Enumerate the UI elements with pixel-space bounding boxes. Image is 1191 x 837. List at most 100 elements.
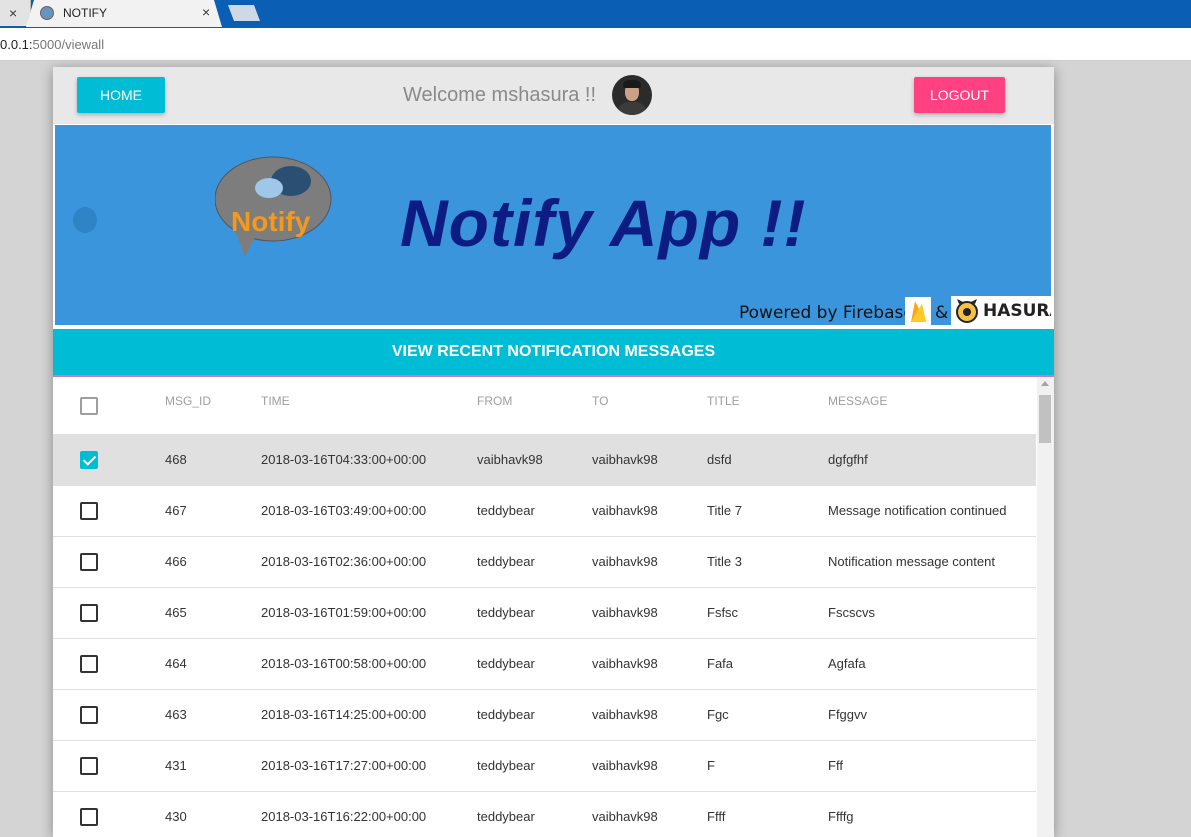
cell-from: teddybear (477, 707, 535, 722)
ampersand-text: & (935, 303, 949, 323)
cell-msg-id: 468 (165, 452, 187, 467)
tab-title: NOTIFY (63, 6, 107, 20)
cell-title: Fgc (707, 707, 729, 722)
table-row[interactable]: 467 2018-03-16T03:49:00+00:00 teddybear … (53, 486, 1036, 537)
table-row[interactable]: 464 2018-03-16T00:58:00+00:00 teddybear … (53, 639, 1036, 690)
url-text[interactable]: 0.0.1:5000/viewall (0, 37, 104, 52)
hasura-text: HASURA (983, 301, 1051, 321)
row-checkbox[interactable] (80, 706, 98, 724)
cell-message: dgfgfhf (828, 452, 868, 467)
cell-to: vaibhavk98 (592, 605, 658, 620)
welcome-text: Welcome mshasura !! (403, 84, 597, 106)
cell-to: vaibhavk98 (592, 707, 658, 722)
column-header-to[interactable]: TO (592, 394, 608, 408)
cell-msg-id: 430 (165, 809, 187, 824)
cell-msg-id: 463 (165, 707, 187, 722)
cell-message: Message notification continued (828, 503, 1007, 518)
cell-time: 2018-03-16T00:58:00+00:00 (261, 656, 427, 671)
cell-title: Fsfsc (707, 605, 739, 620)
cell-msg-id: 464 (165, 656, 187, 671)
scrollbar-thumb[interactable] (1039, 395, 1051, 443)
cell-msg-id: 466 (165, 554, 187, 569)
scroll-up-arrow-icon[interactable] (1041, 381, 1049, 386)
column-header-time[interactable]: TIME (261, 394, 290, 408)
cell-time: 2018-03-16T04:33:00+00:00 (261, 452, 427, 467)
row-checkbox[interactable] (80, 502, 98, 520)
app-card: HOME Welcome mshasura !! LOGOUT Notify N… (53, 67, 1054, 837)
cell-to: vaibhavk98 (592, 758, 658, 773)
url-path: 5000/viewall (32, 37, 105, 52)
cell-time: 2018-03-16T03:49:00+00:00 (261, 503, 427, 518)
cell-from: teddybear (477, 554, 535, 569)
cell-message: Agfafa (828, 656, 866, 671)
favicon-icon (40, 6, 54, 20)
cell-time: 2018-03-16T17:27:00+00:00 (261, 758, 427, 773)
logout-button[interactable]: LOGOUT (914, 77, 1005, 113)
cell-time: 2018-03-16T14:25:00+00:00 (261, 707, 427, 722)
banner-image: Notify Notify App !! Powered by Firebase… (55, 125, 1051, 325)
cell-msg-id: 465 (165, 605, 187, 620)
cell-to: vaibhavk98 (592, 809, 658, 824)
avatar-body (617, 102, 647, 115)
cell-title: F (707, 758, 715, 773)
banner-title: Notify App !! (400, 186, 807, 260)
home-button[interactable]: HOME (77, 77, 165, 113)
url-host: 0.0.1: (0, 37, 33, 52)
cell-from: teddybear (477, 758, 535, 773)
table-row[interactable]: 430 2018-03-16T16:22:00+00:00 teddybear … (53, 792, 1036, 837)
cell-message: Notification message content (828, 554, 995, 569)
cell-title: dsfd (707, 452, 732, 467)
column-header-title[interactable]: TITLE (707, 394, 740, 408)
cell-message: Ffffg (828, 809, 854, 824)
cell-to: vaibhavk98 (592, 656, 658, 671)
table-row[interactable]: 466 2018-03-16T02:36:00+00:00 teddybear … (53, 537, 1036, 588)
browser-tab-previous[interactable]: × (0, 0, 31, 26)
row-checkbox[interactable] (80, 757, 98, 775)
cell-to: vaibhavk98 (592, 503, 658, 518)
section-title: VIEW RECENT NOTIFICATION MESSAGES (391, 343, 716, 360)
table-scrollbar[interactable] (1037, 377, 1054, 837)
browser-tab-notify[interactable]: NOTIFY × (26, 0, 222, 27)
cell-title: Title 3 (707, 554, 742, 569)
powered-by-text: Powered by Firebase (739, 303, 914, 323)
table-row[interactable]: 463 2018-03-16T14:25:00+00:00 teddybear … (53, 690, 1036, 741)
row-checkbox[interactable] (80, 451, 98, 469)
firebase-flame-icon (911, 301, 926, 322)
column-header-message[interactable]: MESSAGE (828, 394, 887, 408)
address-bar[interactable]: 0.0.1:5000/viewall (0, 28, 1191, 61)
cell-message: Fscscvs (828, 605, 875, 620)
cell-from: teddybear (477, 656, 535, 671)
hasura-logo: HASURA (951, 296, 1051, 325)
row-checkbox[interactable] (80, 808, 98, 826)
cell-message: Ffggvv (828, 707, 868, 722)
table-row[interactable]: 465 2018-03-16T01:59:00+00:00 teddybear … (53, 588, 1036, 639)
avatar-hair (623, 80, 641, 88)
cell-msg-id: 467 (165, 503, 187, 518)
cell-to: vaibhavk98 (592, 554, 658, 569)
table-row[interactable]: 431 2018-03-16T17:27:00+00:00 teddybear … (53, 741, 1036, 792)
tab-close-icon[interactable]: × (202, 4, 210, 20)
row-checkbox[interactable] (80, 604, 98, 622)
table-row[interactable]: 468 2018-03-16T04:33:00+00:00 vaibhavk98… (53, 435, 1036, 486)
browser-tab-bar: × NOTIFY × (0, 0, 1191, 28)
cell-time: 2018-03-16T01:59:00+00:00 (261, 605, 427, 620)
column-header-from[interactable]: FROM (477, 394, 512, 408)
hasura-icon (956, 299, 978, 323)
cell-from: teddybear (477, 605, 535, 620)
firebase-icon (905, 297, 931, 325)
row-checkbox[interactable] (80, 655, 98, 673)
section-header: VIEW RECENT NOTIFICATION MESSAGES (53, 329, 1054, 377)
logo-text: Notify (231, 206, 311, 237)
cell-time: 2018-03-16T16:22:00+00:00 (261, 809, 427, 824)
cell-title: Fafa (707, 656, 734, 671)
cell-from: vaibhavk98 (477, 452, 543, 467)
cell-msg-id: 431 (165, 758, 187, 773)
new-tab-button[interactable] (228, 5, 260, 21)
row-checkbox[interactable] (80, 553, 98, 571)
avatar (612, 75, 652, 115)
cell-from: teddybear (477, 809, 535, 824)
tab-close-icon[interactable]: × (9, 5, 17, 21)
table-header-row: MSG_ID TIME FROM TO TITLE MESSAGE (53, 377, 1036, 435)
select-all-checkbox[interactable] (80, 397, 98, 415)
column-header-msg-id[interactable]: MSG_ID (165, 394, 211, 408)
